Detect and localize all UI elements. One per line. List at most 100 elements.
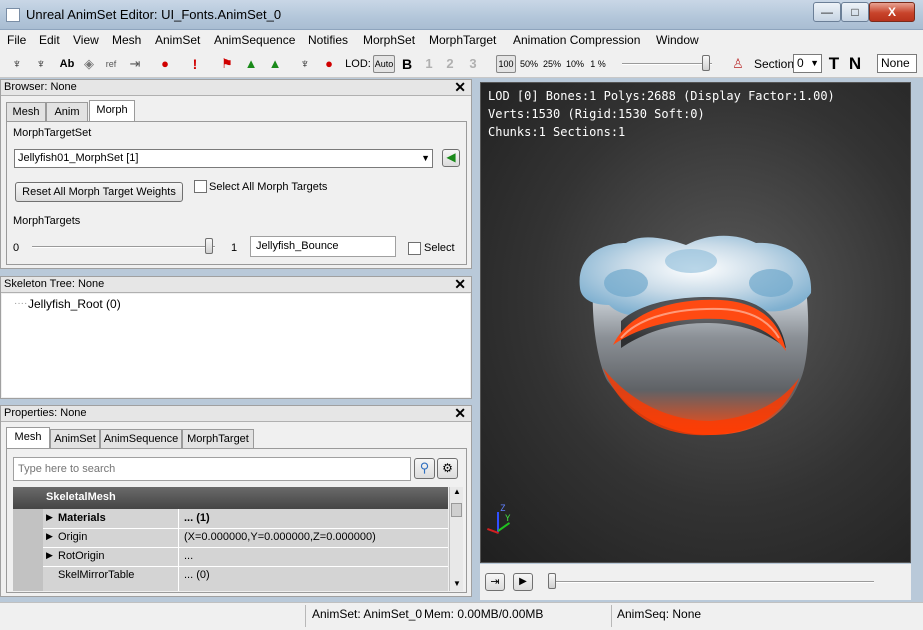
property-search-input[interactable] — [13, 457, 411, 481]
none-value: None — [881, 56, 910, 70]
zoom-1-button[interactable]: 1 % — [588, 54, 608, 74]
tab-prop-morphtarget[interactable]: MorphTarget — [182, 429, 254, 448]
close-icon[interactable]: ✕ — [454, 276, 466, 293]
property-row[interactable]: ▶ Origin (X=0.000000,Y=0.000000,Z=0.0000… — [43, 529, 448, 548]
loop-button[interactable]: ⇥ — [485, 573, 505, 591]
none-select[interactable]: None — [877, 54, 917, 73]
wrench-icon: ⚙ — [442, 461, 453, 475]
morph-weight-thumb[interactable] — [205, 238, 213, 254]
menu-mesh[interactable]: Mesh — [112, 33, 141, 47]
properties-scrollbar[interactable]: ▲ ▼ — [449, 487, 463, 591]
warning-icon[interactable]: ! — [188, 54, 202, 74]
property-value[interactable]: ... (1) — [184, 512, 210, 524]
close-button[interactable]: X — [869, 2, 915, 22]
app-icon — [6, 8, 20, 22]
socket-toggle-icon[interactable]: ● — [320, 54, 338, 74]
normals-button[interactable]: N — [847, 54, 863, 74]
expand-arrow-icon[interactable]: ▶ — [46, 531, 53, 542]
wireframe-icon[interactable]: ▲ — [242, 54, 260, 74]
arrow-left-icon: ◀ — [446, 150, 456, 164]
tab-prop-animset[interactable]: AnimSet — [50, 429, 100, 448]
timeline-thumb[interactable] — [548, 573, 556, 589]
expand-arrow-icon[interactable]: ▶ — [46, 512, 53, 523]
menu-morphset[interactable]: MorphSet — [363, 33, 415, 47]
property-row[interactable]: ▶ Materials ... (1) — [43, 510, 448, 529]
lod-2-button[interactable]: 2 — [444, 54, 456, 74]
maximize-button[interactable]: □ — [841, 2, 869, 22]
properties-title: Properties: None — [4, 407, 87, 419]
section-select[interactable]: 0 ▼ — [793, 54, 822, 73]
tree-connector: ···· — [14, 298, 28, 309]
search-button[interactable]: ⚲ — [414, 458, 435, 479]
mirror-icon[interactable]: ⇥ — [126, 54, 144, 74]
browser-title: Browser: None — [4, 81, 77, 93]
select-all-checkbox[interactable] — [194, 180, 207, 193]
skeleton-icon[interactable]: ♆ — [8, 54, 26, 74]
play-button[interactable]: ▶ — [513, 573, 533, 591]
lod-base-button[interactable]: B — [400, 54, 414, 74]
property-value[interactable]: ... (0) — [184, 569, 210, 581]
menu-notifies[interactable]: Notifies — [308, 33, 348, 47]
menu-animation-compression[interactable]: Animation Compression — [513, 33, 640, 47]
property-row[interactable]: ▶ RotOrigin ... — [43, 548, 448, 567]
property-options-button[interactable]: ⚙ — [437, 458, 458, 479]
menu-animset[interactable]: AnimSet — [155, 33, 200, 47]
tree-item-root[interactable]: Jellyfish_Root (0) — [28, 297, 121, 311]
close-icon[interactable]: ✕ — [454, 405, 466, 422]
property-name: RotOrigin — [58, 550, 105, 562]
ref-pose-icon[interactable]: ref — [102, 54, 120, 74]
playback-speed-slider[interactable] — [622, 63, 712, 65]
morph-set-select[interactable]: Jellyfish01_MorphSet [1] ▼ — [14, 149, 433, 168]
toolbar: ♆ ♆ Ab ◈ ref ⇥ ● ! ⚑ ▲ ▲ ♆ ● LOD: Auto B… — [0, 50, 923, 78]
category-header[interactable]: SkeletalMesh — [13, 487, 448, 509]
menu-animsequence[interactable]: AnimSequence — [214, 33, 295, 47]
skeleton-toggle-icon[interactable]: ♆ — [296, 54, 314, 74]
skeleton-header: Skeleton Tree: None ✕ — [1, 276, 471, 293]
morph-select-checkbox[interactable] — [408, 242, 421, 255]
use-selected-button[interactable]: ◀ — [442, 149, 460, 167]
tab-mesh[interactable]: Mesh — [6, 102, 46, 121]
tab-anim[interactable]: Anim — [46, 102, 88, 121]
close-icon[interactable]: ✕ — [454, 79, 466, 96]
section-value: 0 — [797, 56, 804, 70]
playback-speed-thumb[interactable] — [702, 55, 710, 71]
scroll-up-icon[interactable]: ▲ — [453, 487, 461, 496]
menu-window[interactable]: Window — [656, 33, 699, 47]
morph-weight-slider[interactable] — [32, 246, 215, 248]
timeline-scrubber[interactable] — [552, 581, 874, 583]
menu-view[interactable]: View — [73, 33, 99, 47]
preview-viewport[interactable]: LOD [0] Bones:1 Polys:2688 (Display Fact… — [480, 82, 911, 563]
lod-auto-button[interactable]: Auto — [373, 55, 395, 73]
tab-prop-animsequence[interactable]: AnimSequence — [100, 429, 182, 448]
zoom-25-button[interactable]: 25% — [542, 54, 562, 74]
axis-gizmo: Z Y — [487, 504, 519, 540]
normals-icon[interactable]: ▲ — [266, 54, 284, 74]
bone-names-icon[interactable]: Ab — [58, 54, 76, 74]
scroll-down-icon[interactable]: ▼ — [453, 579, 461, 588]
flag-icon[interactable]: ⚑ — [218, 54, 236, 74]
axis-y-label: Y — [505, 514, 511, 524]
zoom-100-button[interactable]: 100 — [496, 55, 516, 73]
expand-arrow-icon[interactable]: ▶ — [46, 550, 53, 561]
lod-1-button[interactable]: 1 — [423, 54, 435, 74]
tab-prop-mesh[interactable]: Mesh — [6, 427, 50, 448]
menu-file[interactable]: File — [7, 33, 26, 47]
wind-icon[interactable]: ♙ — [729, 54, 747, 74]
menu-morphtarget[interactable]: MorphTarget — [429, 33, 496, 47]
bone-icon[interactable]: ♆ — [32, 54, 50, 74]
lod-3-button[interactable]: 3 — [467, 54, 479, 74]
property-value[interactable]: (X=0.000000,Y=0.000000,Z=0.000000) — [184, 531, 376, 543]
zoom-50-button[interactable]: 50% — [519, 54, 539, 74]
menu-edit[interactable]: Edit — [39, 33, 60, 47]
scroll-thumb[interactable] — [451, 503, 462, 517]
reset-morph-weights-button[interactable]: Reset All Morph Target Weights — [15, 182, 183, 202]
property-value[interactable]: ... — [184, 550, 193, 562]
tangents-button[interactable]: T — [826, 54, 842, 74]
tab-morph[interactable]: Morph — [89, 100, 135, 121]
morph-target-name-field[interactable]: Jellyfish_Bounce — [250, 236, 396, 257]
zoom-10-button[interactable]: 10% — [565, 54, 585, 74]
bone-weights-icon[interactable]: ◈ — [80, 54, 98, 74]
sockets-icon[interactable]: ● — [156, 54, 174, 74]
minimize-button[interactable]: — — [813, 2, 841, 22]
property-row[interactable]: SkelMirrorTable ... (0) — [43, 567, 448, 586]
